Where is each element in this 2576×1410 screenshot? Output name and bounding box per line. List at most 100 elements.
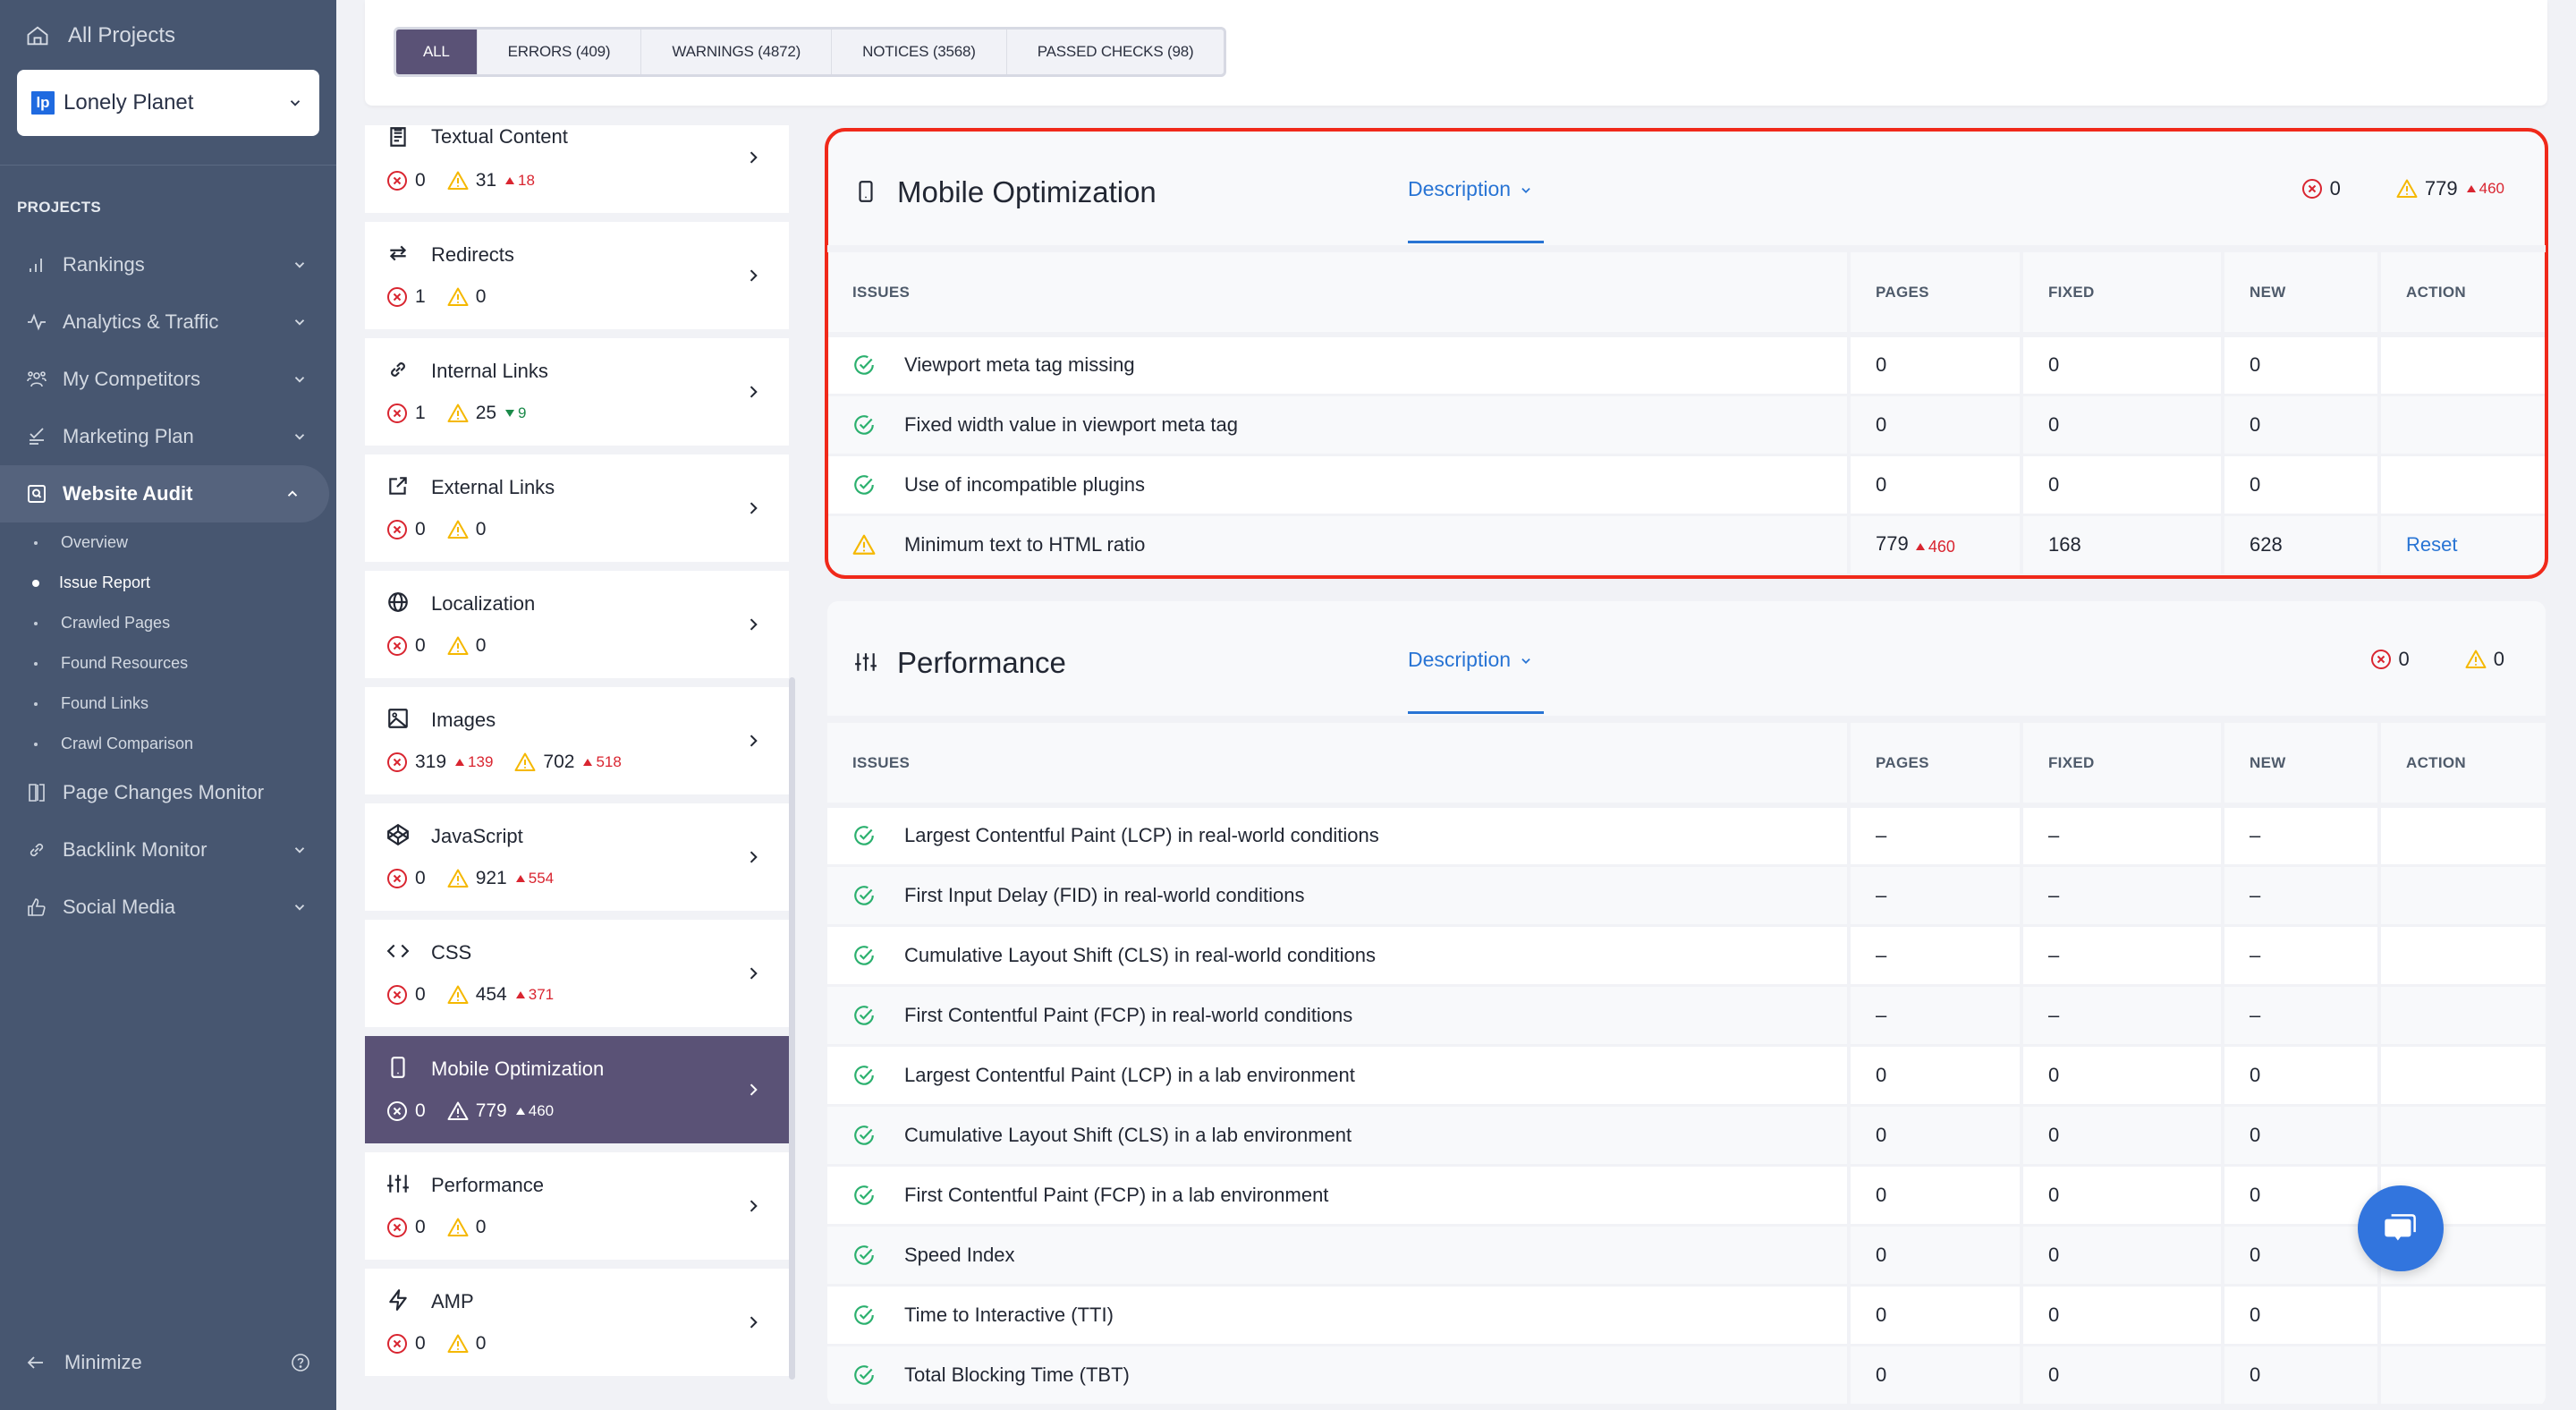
issue-label[interactable]: Speed Index: [904, 1244, 1015, 1267]
table-row[interactable]: First Contentful Paint (FCP) in a lab en…: [827, 1165, 2546, 1227]
all-projects-link[interactable]: All Projects: [25, 23, 175, 48]
sidebar-item-label: Marketing Plan: [63, 425, 194, 447]
issue-cell: Speed Index: [827, 1225, 1851, 1287]
table-row[interactable]: Use of incompatible plugins 0 0 0: [827, 454, 2546, 516]
sidebar-item-page-changes-monitor[interactable]: Page Changes Monitor: [0, 764, 336, 821]
category-title: AMP: [431, 1290, 474, 1312]
category-textual-content[interactable]: Textual Content 0 31 18: [365, 125, 789, 213]
error-icon: [387, 1218, 407, 1237]
table-row[interactable]: First Input Delay (FID) in real-world co…: [827, 865, 2546, 927]
sidebar-item-my-competitors[interactable]: My Competitors: [0, 351, 336, 408]
category-stats: 10: [386, 286, 507, 308]
tab-passed-checks[interactable]: PASSED CHECKS (98): [1007, 30, 1224, 74]
sidebar-item-marketing-plan[interactable]: Marketing Plan: [0, 408, 336, 465]
column-header-fixed[interactable]: FIXED: [2021, 723, 2224, 808]
chevron-down-icon: [1521, 188, 1530, 193]
issue-label[interactable]: Fixed width value in viewport meta tag: [904, 413, 1238, 437]
issue-label[interactable]: Cumulative Layout Shift (CLS) in real-wo…: [904, 944, 1376, 967]
table-row[interactable]: First Contentful Paint (FCP) in real-wor…: [827, 985, 2546, 1047]
category-icon: [386, 474, 410, 497]
tab-errors[interactable]: ERRORS (409): [478, 30, 642, 74]
tab-notices[interactable]: NOTICES (3568): [832, 30, 1007, 74]
category-internal-links[interactable]: Internal Links 1 25 9: [365, 338, 789, 446]
document-icon: [390, 127, 406, 147]
category-javascript[interactable]: JavaScript 0 921 554: [365, 803, 789, 911]
issue-label[interactable]: Largest Contentful Paint (LCP) in a lab …: [904, 1064, 1355, 1087]
issue-label[interactable]: Minimum text to HTML ratio: [904, 533, 1145, 556]
action-cell: [2379, 1285, 2546, 1346]
category-external-links[interactable]: External Links 0 0: [365, 454, 789, 562]
issue-label[interactable]: Use of incompatible plugins: [904, 473, 1145, 497]
sidebar-item-website-audit[interactable]: Website Audit: [0, 465, 329, 522]
column-header-pages[interactable]: PAGES: [1849, 252, 2023, 337]
column-header-action[interactable]: ACTION: [2379, 723, 2546, 808]
description-toggle[interactable]: Description: [1408, 646, 1544, 714]
tab-warnings[interactable]: WARNINGS (4872): [641, 30, 833, 74]
fixed-cell: –: [2021, 925, 2224, 987]
table-row[interactable]: Fixed width value in viewport meta tag 0 0…: [827, 395, 2546, 456]
column-header-action[interactable]: ACTION: [2379, 252, 2546, 337]
issue-label[interactable]: Total Blocking Time (TBT): [904, 1363, 1130, 1387]
category-localization[interactable]: Localization 0 0: [365, 571, 789, 678]
table-row[interactable]: Speed Index 0 0 0: [827, 1225, 2546, 1287]
table-row[interactable]: Time to Interactive (TTI) 0 0 0: [827, 1285, 2546, 1346]
category-css[interactable]: CSS 0 454 371: [365, 920, 789, 1027]
sidebar-item-social-media[interactable]: Social Media: [0, 879, 336, 936]
issue-label[interactable]: First Contentful Paint (FCP) in real-wor…: [904, 1004, 1352, 1027]
project-selector[interactable]: lp Lonely Planet: [17, 70, 319, 136]
minimize-label: Minimize: [64, 1351, 142, 1373]
sidebar-subitem-crawled-pages[interactable]: Crawled Pages: [0, 603, 336, 643]
panel-title: Mobile Optimization: [897, 175, 1157, 208]
column-header-pages[interactable]: PAGES: [1849, 723, 2023, 808]
issue-label[interactable]: Viewport meta tag missing: [904, 353, 1135, 377]
help-icon[interactable]: [290, 1352, 311, 1373]
sidebar-subitem-found-resources[interactable]: Found Resources: [0, 643, 336, 684]
column-header-issues[interactable]: ISSUES: [827, 723, 1851, 808]
column-header-fixed[interactable]: FIXED: [2021, 252, 2224, 337]
column-header-new[interactable]: NEW: [2223, 252, 2381, 337]
issue-label[interactable]: Largest Contentful Paint (LCP) in real-w…: [904, 824, 1379, 847]
pages-value: 0: [1876, 1303, 1887, 1326]
table-row[interactable]: Total Blocking Time (TBT) 0 0 0: [827, 1345, 2546, 1406]
sidebar-subitem-issue-report[interactable]: Issue Report: [0, 563, 336, 603]
description-toggle[interactable]: Description: [1408, 175, 1544, 243]
issue-label[interactable]: First Input Delay (FID) in real-world co…: [904, 884, 1304, 907]
category-redirects[interactable]: Redirects 1 0: [365, 222, 789, 329]
category-images[interactable]: Images 319 139 702 518: [365, 687, 789, 794]
sidebar-item-backlink-monitor[interactable]: Backlink Monitor: [0, 821, 336, 879]
category-amp[interactable]: AMP 0 0: [365, 1269, 789, 1376]
check-circle-icon: [854, 826, 874, 846]
pages-cell: 0: [1849, 454, 2023, 516]
pages-cell: 0: [1849, 1165, 2023, 1227]
table-row[interactable]: Minimum text to HTML ratio 779 460 168 628 R…: [827, 514, 2546, 576]
sidebar-subitem-crawl-comparison[interactable]: Crawl Comparison: [0, 724, 336, 764]
table-row[interactable]: Largest Contentful Paint (LCP) in real-w…: [827, 805, 2546, 867]
minimize-sidebar-button[interactable]: Minimize: [25, 1351, 311, 1374]
action-cell: [2379, 1105, 2546, 1167]
sidebar-subitem-found-links[interactable]: Found Links: [0, 684, 336, 724]
table-row[interactable]: Viewport meta tag missing 0 0 0: [827, 335, 2546, 396]
warning-value: 0: [475, 286, 487, 307]
column-header-new[interactable]: NEW: [2223, 723, 2381, 808]
tab-all[interactable]: ALL: [396, 30, 478, 74]
chat-button[interactable]: [2358, 1185, 2444, 1271]
table-row[interactable]: Cumulative Layout Shift (CLS) in real-wo…: [827, 925, 2546, 987]
issue-label[interactable]: Time to Interactive (TTI): [904, 1304, 1114, 1327]
warning-count: 0: [447, 519, 486, 540]
issue-label[interactable]: First Contentful Paint (FCP) in a lab en…: [904, 1184, 1328, 1207]
new-cell: 0: [2223, 1345, 2381, 1406]
reset-link[interactable]: Reset: [2406, 533, 2457, 556]
table-row[interactable]: Cumulative Layout Shift (CLS) in a lab e…: [827, 1105, 2546, 1167]
column-header-issues[interactable]: ISSUES: [827, 252, 1851, 337]
table-row[interactable]: Largest Contentful Paint (LCP) in a lab …: [827, 1045, 2546, 1107]
sidebar-item-rankings[interactable]: Rankings: [0, 236, 336, 293]
sidebar-subitem-overview[interactable]: Overview: [0, 522, 336, 563]
category-mobile-optimization[interactable]: Mobile Optimization 0 779 460: [365, 1036, 789, 1143]
chevron-down-icon: [294, 905, 305, 911]
issue-label[interactable]: Cumulative Layout Shift (CLS) in a lab e…: [904, 1124, 1352, 1147]
category-performance[interactable]: Performance 0 0: [365, 1152, 789, 1260]
sidebar-item-analytics-traffic[interactable]: Analytics & Traffic: [0, 293, 336, 351]
category-list-scrollbar[interactable]: [789, 677, 795, 1380]
category-stats: 319 139 702 518: [386, 752, 643, 773]
chevron-right-icon: [750, 269, 758, 282]
